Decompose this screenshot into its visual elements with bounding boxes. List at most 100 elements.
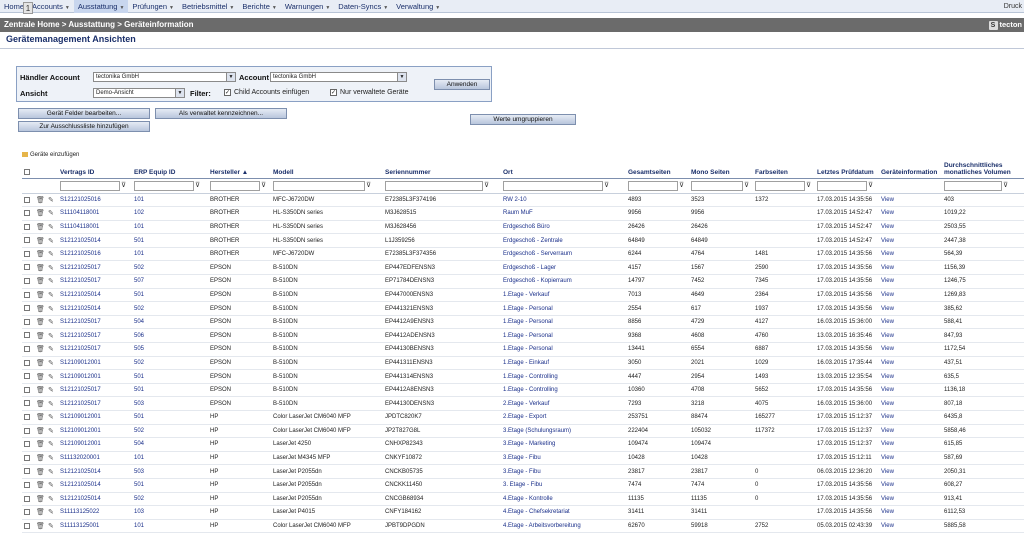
table-row[interactable]: 🗑 ✎ S12109012001 504 HP LaserJet 4250 CNHXP823… — [22, 437, 1024, 452]
col-erp-header[interactable]: ERP Equip ID — [132, 160, 208, 179]
menu-item-daten-syncs[interactable]: Daten-Syncs ▼ — [334, 0, 392, 13]
pencil-icon[interactable]: ✎ — [48, 319, 54, 326]
column-filter-input[interactable] — [60, 180, 120, 191]
table-row[interactable]: 🗑 ✎ S11113125001 101 HP Color LaserJet CM6040… — [22, 519, 1024, 534]
apply-button[interactable]: Anwenden — [434, 79, 490, 90]
pencil-icon[interactable]: ✎ — [48, 251, 54, 258]
table-cell[interactable]: View — [879, 396, 942, 411]
table-cell[interactable]: 101 — [132, 451, 208, 466]
add-devices-link[interactable]: Geräte einzufügen — [22, 152, 79, 158]
table-cell[interactable]: 503 — [132, 464, 208, 479]
table-cell[interactable]: S11113125022 — [58, 505, 132, 520]
haendler-select[interactable]: tectonika GmbH ▼ — [93, 72, 236, 82]
table-cell[interactable]: 504 — [132, 315, 208, 330]
table-cell[interactable]: S12109012001 — [58, 424, 132, 439]
table-cell[interactable]: 1.Etage - Personal — [501, 315, 626, 330]
pencil-icon[interactable]: ✎ — [48, 482, 54, 489]
row-checkbox[interactable] — [24, 495, 30, 502]
row-checkbox[interactable] — [24, 373, 30, 380]
table-cell[interactable]: S11104118001 — [58, 220, 132, 235]
trash-icon[interactable]: 🗑 — [36, 238, 45, 245]
col-vertrag-header[interactable]: Vertrags ID — [58, 160, 132, 179]
table-cell[interactable]: 501 — [132, 410, 208, 425]
table-cell[interactable]: S12121025016 — [58, 193, 132, 208]
trash-icon[interactable]: 🗑 — [36, 414, 45, 421]
table-row[interactable]: 🗑 ✎ S12109012001 502 HP Color LaserJet CM6040… — [22, 424, 1024, 439]
table-row[interactable]: 🗑 ✎ S11104118001 101 BROTHER HL-S350DN series… — [22, 220, 1024, 235]
table-cell[interactable]: 102 — [132, 206, 208, 221]
table-cell[interactable]: S12109012001 — [58, 369, 132, 384]
menu-item-verwaltung[interactable]: Verwaltung ▼ — [392, 0, 444, 13]
table-cell[interactable]: 101 — [132, 220, 208, 235]
table-cell[interactable]: View — [879, 437, 942, 452]
column-filter-input[interactable] — [503, 180, 603, 191]
table-row[interactable]: 🗑 ✎ S12121025014 502 HP LaserJet P2055dn CNCGB… — [22, 492, 1024, 507]
table-cell[interactable]: 3.Etage - Fibu — [501, 451, 626, 466]
pencil-icon[interactable]: ✎ — [48, 197, 54, 204]
pencil-icon[interactable]: ✎ — [48, 210, 54, 217]
pencil-icon[interactable]: ✎ — [48, 428, 54, 435]
trash-icon[interactable]: 🗑 — [36, 265, 45, 272]
trash-icon[interactable]: 🗑 — [36, 428, 45, 435]
table-cell[interactable]: S11113125001 — [58, 519, 132, 534]
table-cell[interactable]: View — [879, 424, 942, 439]
table-cell[interactable]: S12121025016 — [58, 247, 132, 262]
pencil-icon[interactable]: ✎ — [48, 238, 54, 245]
row-checkbox[interactable] — [24, 400, 30, 407]
row-checkbox[interactable] — [24, 481, 30, 488]
column-filter-input[interactable] — [691, 180, 743, 191]
table-row[interactable]: 🗑 ✎ S12109012001 502 EPSON B-510DN EP441311ENS… — [22, 356, 1024, 371]
table-cell[interactable]: 3.Etage - Fibu — [501, 464, 626, 479]
trash-icon[interactable]: 🗑 — [36, 441, 45, 448]
row-checkbox[interactable] — [24, 210, 30, 217]
row-checkbox[interactable] — [24, 250, 30, 257]
table-cell[interactable]: 3.Etage (Schulungsraum) — [501, 424, 626, 439]
menu-item-berichte[interactable]: Berichte ▼ — [238, 0, 280, 13]
table-row[interactable]: 🗑 ✎ S11132020001 101 HP LaserJet M4345 MFP CNK… — [22, 451, 1024, 466]
pencil-icon[interactable]: ✎ — [48, 469, 54, 476]
col-info-header[interactable]: Geräteinformation — [879, 160, 942, 179]
table-cell[interactable]: RW 2-10 — [501, 193, 626, 208]
table-cell[interactable]: 1.Etage - Verkauf — [501, 288, 626, 303]
table-cell[interactable]: View — [879, 260, 942, 276]
table-cell[interactable]: View — [879, 193, 942, 208]
filter-icon[interactable]: ⊽ — [260, 181, 267, 190]
row-checkbox[interactable] — [24, 454, 30, 461]
table-cell[interactable]: 4.Etage - Kontrolle — [501, 492, 626, 507]
col-datum-header[interactable]: Letztes Prüfdatum — [815, 160, 879, 179]
table-row[interactable]: 🗑 ✎ S11113125022 103 HP LaserJet P4015 CNFY184… — [22, 505, 1024, 520]
table-cell[interactable]: S12121025017 — [58, 383, 132, 398]
filter-icon[interactable]: ⊽ — [867, 181, 874, 190]
table-cell[interactable]: 502 — [132, 301, 208, 316]
user-area[interactable]: Stecton — [988, 18, 1022, 32]
table-row[interactable]: 🗑 ✎ S12121025016 101 BROTHER MFC-J6720DW E7238… — [22, 247, 1024, 262]
regroup-button[interactable]: Werte umgruppieren — [470, 114, 576, 125]
table-cell[interactable]: S11132020001 — [58, 451, 132, 466]
child-accounts-checkbox[interactable]: ✓ — [224, 89, 231, 96]
table-row[interactable]: 🗑 ✎ S12121025016 101 BROTHER MFC-J6720DW E7238… — [22, 193, 1024, 208]
table-cell[interactable]: View — [879, 274, 942, 289]
table-cell[interactable]: View — [879, 220, 942, 235]
table-cell[interactable]: View — [879, 383, 942, 398]
table-cell[interactable]: 502 — [132, 356, 208, 371]
col-gesamt-header[interactable]: Gesamtseiten — [626, 160, 689, 179]
table-cell[interactable]: 3. Etage - Fibu — [501, 478, 626, 493]
trash-icon[interactable]: 🗑 — [36, 496, 45, 503]
col-ort-header[interactable]: Ort — [501, 160, 626, 179]
pencil-icon[interactable]: ✎ — [48, 455, 54, 462]
trash-icon[interactable]: 🗑 — [36, 251, 45, 258]
pencil-icon[interactable]: ✎ — [48, 360, 54, 367]
table-cell[interactable]: S12121025017 — [58, 396, 132, 411]
table-cell[interactable]: S12121025017 — [58, 328, 132, 344]
table-cell[interactable]: S12121025017 — [58, 274, 132, 289]
table-cell[interactable]: 503 — [132, 396, 208, 411]
filter-icon[interactable]: ⊽ — [483, 181, 490, 190]
table-row[interactable]: 🗑 ✎ S12109012001 501 EPSON B-510DN EP441314ENS… — [22, 369, 1024, 384]
table-cell[interactable]: View — [879, 478, 942, 493]
trash-icon[interactable]: 🗑 — [36, 210, 45, 217]
pencil-icon[interactable]: ✎ — [48, 292, 54, 299]
column-filter-input[interactable] — [210, 180, 260, 191]
table-cell[interactable]: Erdgeschoß Büro — [501, 220, 626, 235]
table-cell[interactable]: 1.Etage - Personal — [501, 301, 626, 316]
row-checkbox[interactable] — [24, 522, 30, 529]
